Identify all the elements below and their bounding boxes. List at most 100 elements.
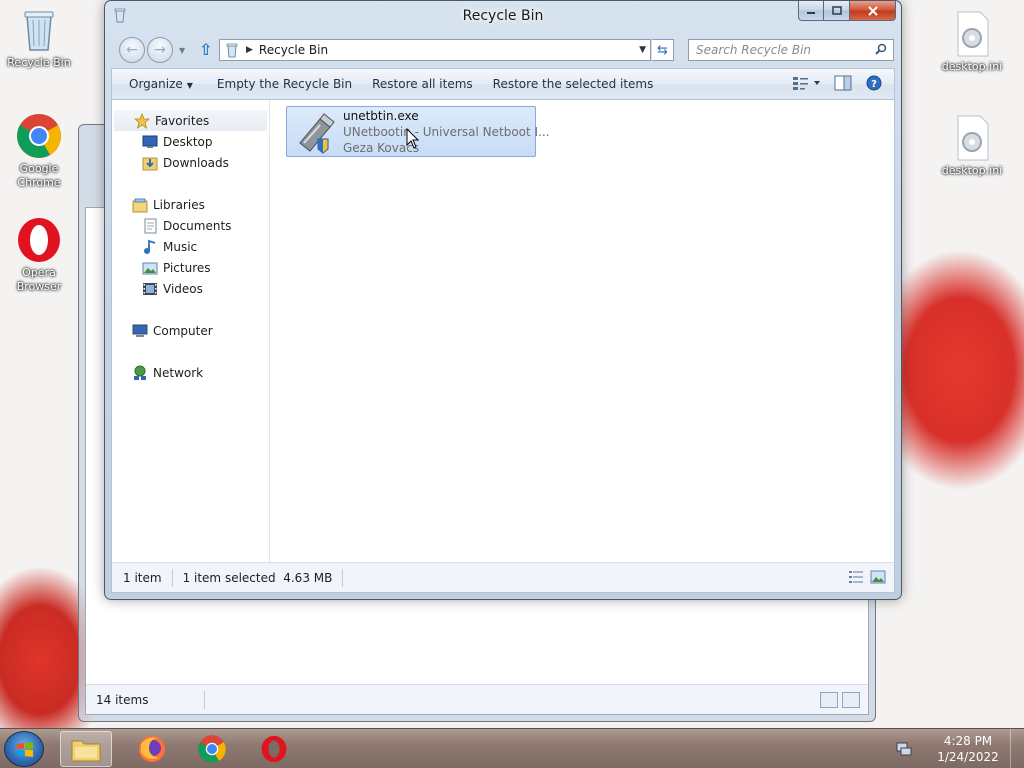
chrome-icon — [198, 735, 226, 763]
organize-label: Organize — [129, 77, 183, 91]
recycle-bin-window[interactable]: Recycle Bin ← → ▼ ⇧ ▶ Recycle Bin ▼ ⇆ Se… — [104, 0, 902, 600]
help-icon: ? — [866, 75, 882, 91]
usb-drive-icon — [294, 111, 338, 155]
desktop-icon-label: Opera Browser — [16, 266, 62, 293]
taskbar-chrome-button[interactable] — [186, 731, 238, 767]
file-description: UNetbootin - Universal Netboot I... — [343, 125, 550, 139]
start-button[interactable] — [4, 731, 44, 767]
large-icons-view-button[interactable] — [842, 692, 860, 708]
address-history-dropdown-icon[interactable]: ▼ — [639, 45, 646, 55]
minimize-icon — [807, 11, 815, 14]
desktop-icon-desktop-ini-1[interactable]: desktop.ini — [934, 10, 1010, 74]
refresh-icon: ⇆ — [657, 42, 668, 58]
desktop-icon-recycle-bin[interactable]: Recycle Bin — [1, 6, 77, 70]
recent-pages-dropdown-icon[interactable]: ▼ — [179, 46, 185, 55]
close-button[interactable] — [850, 1, 896, 21]
taskbar-firefox-button[interactable] — [126, 731, 178, 767]
desktop-folder-icon — [142, 134, 158, 150]
details-view-button[interactable] — [820, 692, 838, 708]
pictures-icon — [142, 260, 158, 276]
search-placeholder: Search Recycle Bin — [696, 43, 812, 57]
firefox-icon — [139, 736, 165, 762]
nav-label: Downloads — [163, 155, 229, 170]
maximize-icon — [831, 5, 842, 15]
nav-label: Computer — [153, 323, 213, 338]
search-icon[interactable] — [875, 43, 887, 58]
empty-recycle-bin-label: Empty the Recycle Bin — [216, 77, 353, 91]
network-tray-icon[interactable] — [896, 740, 914, 759]
maximize-button[interactable] — [824, 1, 850, 21]
nav-label: Favorites — [155, 113, 210, 128]
restore-selected-items-label: Restore the selected items — [492, 77, 654, 91]
nav-item-computer[interactable]: Computer — [112, 320, 269, 341]
selected-size: 4.63 MB — [283, 570, 333, 585]
navigation-row: ← → ▼ ⇧ ▶ Recycle Bin ▼ ⇆ Search Recycle… — [105, 34, 901, 66]
taskbar-opera-button[interactable] — [248, 731, 300, 767]
nav-item-downloads[interactable]: Downloads — [112, 152, 269, 173]
nav-label: Desktop — [163, 134, 213, 149]
nav-item-libraries[interactable]: Libraries — [112, 194, 269, 215]
desktop-icon-opera[interactable]: Opera Browser — [1, 216, 77, 294]
desktop-icon-label: Google Chrome — [17, 162, 61, 189]
recycle-bin-icon — [15, 6, 63, 54]
search-input[interactable]: Search Recycle Bin — [688, 39, 894, 61]
nav-label: Libraries — [153, 197, 205, 212]
large-icons-view-button[interactable] — [870, 570, 886, 587]
background-item-count: 14 items — [96, 692, 149, 707]
selection-info: 1 item selected 4.63 MB — [173, 571, 343, 585]
title-bar[interactable]: Recycle Bin — [105, 1, 901, 33]
breadcrumb-chevron-icon[interactable]: ▶ — [246, 45, 253, 55]
close-icon — [867, 5, 878, 16]
status-bar: 1 item 1 item selected 4.63 MB — [112, 562, 894, 592]
preview-pane-icon — [834, 75, 852, 91]
organize-button[interactable]: Organize ▼ — [112, 77, 203, 91]
preview-pane-button[interactable] — [834, 75, 852, 91]
taskbar-explorer-button[interactable] — [60, 731, 112, 767]
content-area: Favorites Desktop Downloads Libraries Do… — [111, 99, 895, 593]
navigation-pane[interactable]: Favorites Desktop Downloads Libraries Do… — [112, 100, 270, 562]
nav-label: Network — [153, 365, 204, 380]
clock[interactable]: 4:28 PM 1/24/2022 — [932, 733, 1004, 765]
windows-logo-icon — [17, 742, 33, 757]
details-view-button[interactable] — [848, 570, 864, 587]
svg-text:?: ? — [871, 79, 877, 90]
downloads-folder-icon — [142, 155, 158, 171]
chevron-down-icon: ▼ — [186, 81, 193, 90]
status-separator — [342, 568, 344, 587]
nav-label: Music — [163, 239, 198, 254]
desktop-icon-google-chrome[interactable]: Google Chrome — [1, 112, 77, 190]
breadcrumb-recycle-bin[interactable]: Recycle Bin — [259, 43, 328, 57]
nav-item-music[interactable]: Music — [112, 236, 269, 257]
desktop-icon-desktop-ini-2[interactable]: desktop.ini — [934, 114, 1010, 178]
restore-all-items-label: Restore all items — [372, 77, 473, 91]
up-one-level-icon[interactable]: ⇧ — [199, 40, 217, 60]
window-title: Recycle Bin — [462, 8, 544, 24]
back-button[interactable]: ← — [119, 37, 145, 63]
show-desktop-button[interactable] — [1010, 729, 1024, 768]
nav-label: Videos — [163, 281, 203, 296]
details-view-icon — [849, 571, 863, 583]
settings-file-icon — [948, 10, 996, 58]
opera-icon — [261, 735, 287, 763]
nav-item-pictures[interactable]: Pictures — [112, 257, 269, 278]
empty-recycle-bin-button[interactable]: Empty the Recycle Bin — [203, 77, 362, 91]
view-options-icon — [793, 77, 820, 90]
nav-item-favorites[interactable]: Favorites — [114, 110, 267, 131]
nav-item-documents[interactable]: Documents — [112, 215, 269, 236]
forward-button[interactable]: → — [147, 37, 173, 63]
item-count: 1 item — [123, 570, 162, 585]
large-icons-view-icon — [870, 570, 886, 584]
nav-item-videos[interactable]: Videos — [112, 278, 269, 299]
help-button[interactable]: ? — [866, 75, 884, 91]
change-view-button[interactable] — [792, 75, 820, 91]
nav-item-network[interactable]: Network — [112, 362, 269, 383]
settings-file-icon — [948, 114, 996, 162]
nav-item-desktop[interactable]: Desktop — [112, 131, 269, 152]
restore-selected-items-button[interactable]: Restore the selected items — [483, 77, 664, 91]
restore-all-items-button[interactable]: Restore all items — [362, 77, 483, 91]
address-bar[interactable]: ▶ Recycle Bin ▼ — [219, 39, 651, 61]
refresh-button[interactable]: ⇆ — [652, 39, 674, 61]
chrome-icon — [15, 112, 63, 160]
status-separator — [204, 690, 206, 709]
minimize-button[interactable] — [798, 1, 824, 21]
